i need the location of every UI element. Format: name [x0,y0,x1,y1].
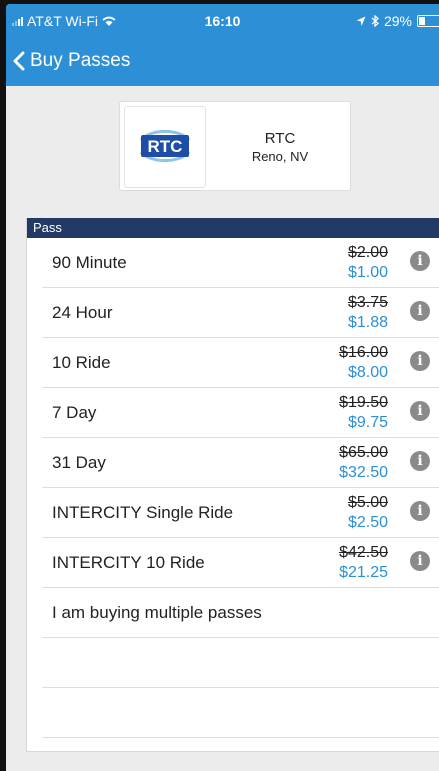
pass-name: 31 Day [52,453,106,472]
location-arrow-icon [356,16,366,26]
pass-row[interactable]: INTERCITY Single Ride $5.00 $2.50 i [42,488,439,538]
pass-row[interactable]: 10 Ride $16.00 $8.00 i [42,338,439,388]
original-price: $16.00 [339,344,388,361]
agency-name: RTC [264,130,296,147]
pass-name: 10 Ride [52,353,111,372]
multiple-passes-row[interactable]: I am buying multiple passes [42,588,439,638]
original-price: $2.00 [347,244,388,261]
info-icon[interactable]: i [410,301,430,321]
agency-location: Reno, NV [251,149,309,164]
status-right: 29% [356,13,439,29]
original-price: $19.50 [339,394,388,411]
original-price: $42.50 [339,544,388,561]
discounted-price: $9.75 [347,414,388,431]
pass-name: 90 Minute [52,253,127,272]
info-icon[interactable]: i [410,401,430,421]
rtc-logo-icon: RTC [139,129,191,163]
pass-name: 24 Hour [52,303,113,322]
discounted-price: $1.88 [347,314,388,331]
back-label: Buy Passes [30,50,131,71]
top-bar: AT&T Wi-Fi 16:10 29% Buy Passes [6,4,439,86]
agency-card: RTC RTC Reno, NV [119,101,351,191]
battery-icon [417,15,439,27]
pass-row[interactable]: 24 Hour $3.75 $1.88 i [42,288,439,338]
back-button[interactable]: Buy Passes [6,50,130,72]
pass-name: INTERCITY Single Ride [52,503,234,522]
info-icon[interactable]: i [410,351,430,371]
chevron-left-icon [13,51,25,71]
agency-logo: RTC [124,106,206,188]
discounted-price: $2.50 [347,514,388,531]
pass-row[interactable]: 7 Day $19.50 $9.75 i [42,388,439,438]
pass-row[interactable]: 31 Day $65.00 $32.50 i [42,438,439,488]
status-bar: AT&T Wi-Fi 16:10 29% [6,4,439,36]
original-price: $3.75 [347,294,388,311]
original-price: $65.00 [339,444,388,461]
pass-row[interactable]: INTERCITY 10 Ride $42.50 $21.25 i [42,538,439,588]
pass-name: 7 Day [52,403,97,422]
info-icon[interactable]: i [410,551,430,571]
logo-text: RTC [148,137,183,156]
info-icon[interactable]: i [410,451,430,471]
discounted-price: $8.00 [347,364,388,381]
info-icon[interactable]: i [410,501,430,521]
bluetooth-icon [371,15,379,27]
nav-bar: Buy Passes [6,44,130,78]
pass-row[interactable]: 90 Minute $2.00 $1.00 i [42,238,439,288]
empty-row [42,638,439,688]
discounted-price: $1.00 [347,264,388,281]
multiple-passes-label: I am buying multiple passes [52,603,262,622]
pass-list: Pass 90 Minute $2.00 $1.00 i 24 Hour $3.75 $1.… [26,218,439,752]
original-price: $5.00 [347,494,388,511]
app-screen: AT&T Wi-Fi 16:10 29% Buy Passes RTC RTC … [6,4,439,771]
empty-row [42,688,439,738]
info-icon[interactable]: i [410,251,430,271]
battery-percent: 29% [383,13,412,29]
pass-name: INTERCITY 10 Ride [52,553,205,572]
pass-list-header: Pass [27,218,439,238]
agency-info: RTC Reno, NV [216,130,344,164]
discounted-price: $21.25 [339,564,388,581]
discounted-price: $32.50 [339,464,388,481]
